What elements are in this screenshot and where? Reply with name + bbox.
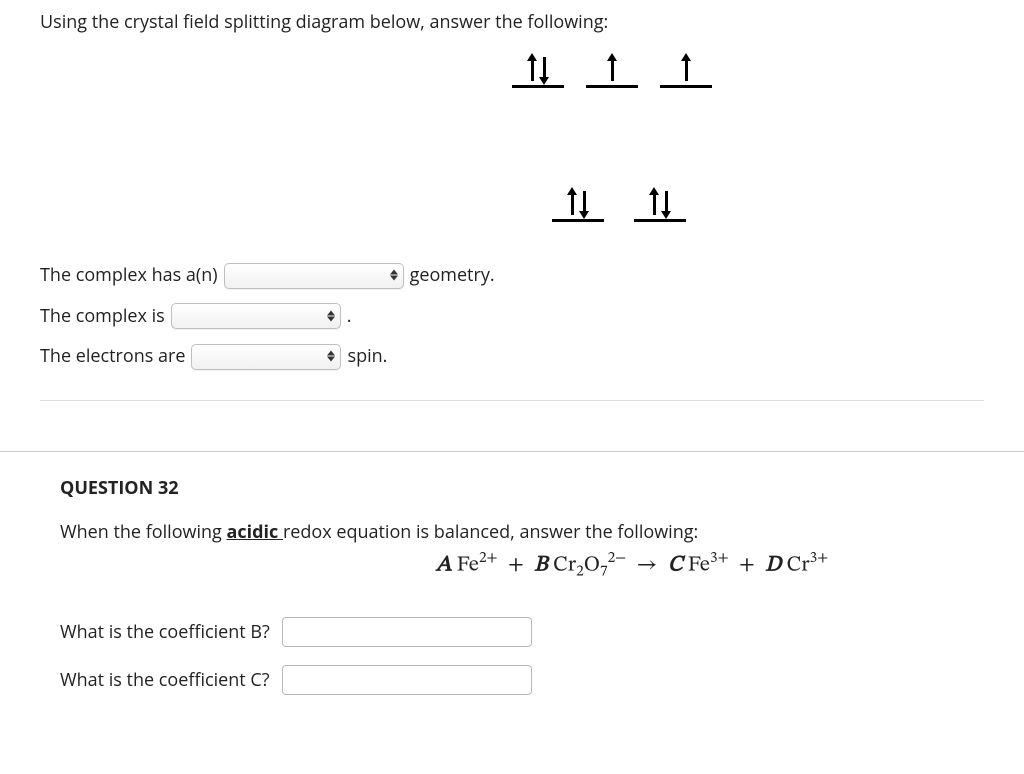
orbital	[634, 186, 686, 222]
electron-up-icon	[567, 189, 577, 217]
electron-down-icon	[539, 55, 549, 83]
coefficient-b-input[interactable]	[282, 617, 532, 647]
spin-pre-text: The electrons are	[40, 344, 185, 368]
complex-is-post-text: .	[347, 304, 352, 328]
upper-orbitals	[512, 52, 712, 88]
coefficient-b-prompt: What is the coefficient B?	[60, 620, 270, 644]
geometry-select[interactable]	[224, 263, 404, 289]
coefficient-c-line: What is the coefficient C?	[60, 665, 984, 695]
coef-a: A	[436, 554, 452, 576]
spin-post-text: spin.	[347, 344, 387, 368]
orbital	[552, 186, 604, 222]
geometry-post-text: geometry.	[410, 263, 495, 287]
coefficient-b-line: What is the coefficient B?	[60, 617, 984, 647]
spin-select[interactable]	[191, 344, 341, 370]
question-31-body: Using the crystal field splitting diagra…	[0, 0, 1024, 421]
electron-down-icon	[661, 189, 671, 217]
q32-intro-text: When the following acidic redox equation…	[60, 520, 984, 544]
geometry-line: The complex has a(n) geometry.	[40, 262, 984, 289]
coef-c: C	[668, 554, 683, 576]
question-32-label: QUESTION 32	[60, 476, 984, 500]
orbital	[512, 52, 564, 88]
orbital	[660, 52, 712, 88]
geometry-pre-text: The complex has a(n)	[40, 263, 218, 287]
orbital	[586, 52, 638, 88]
coefficient-c-prompt: What is the coefficient C?	[60, 668, 270, 692]
q32-intro-post: redox equation is balanced, answer the f…	[283, 520, 698, 544]
spin-line: The electrons are spin.	[40, 343, 984, 370]
complex-is-line: The complex is .	[40, 303, 984, 330]
q32-intro-pre: When the following	[60, 520, 227, 544]
electron-down-icon	[579, 189, 589, 217]
electron-up-icon	[681, 55, 691, 83]
complex-is-pre-text: The complex is	[40, 304, 165, 328]
inner-divider	[40, 400, 984, 401]
coef-b: B	[534, 554, 548, 576]
coef-d: D	[765, 554, 781, 576]
electron-up-icon	[607, 55, 617, 83]
complex-is-select[interactable]	[171, 303, 341, 329]
coefficient-c-input[interactable]	[282, 665, 532, 695]
redox-equation: A Fe2+ + B Cr2O72− → C Fe3+ + D Cr3+	[60, 548, 984, 582]
electron-up-icon	[527, 55, 537, 83]
electron-up-icon	[649, 189, 659, 217]
lower-orbitals	[552, 186, 686, 222]
question-32-body: QUESTION 32 When the following acidic re…	[0, 452, 1024, 734]
crystal-field-diagram	[40, 52, 984, 222]
acidic-word: acidic	[227, 520, 283, 544]
q31-intro-text: Using the crystal field splitting diagra…	[40, 10, 984, 34]
